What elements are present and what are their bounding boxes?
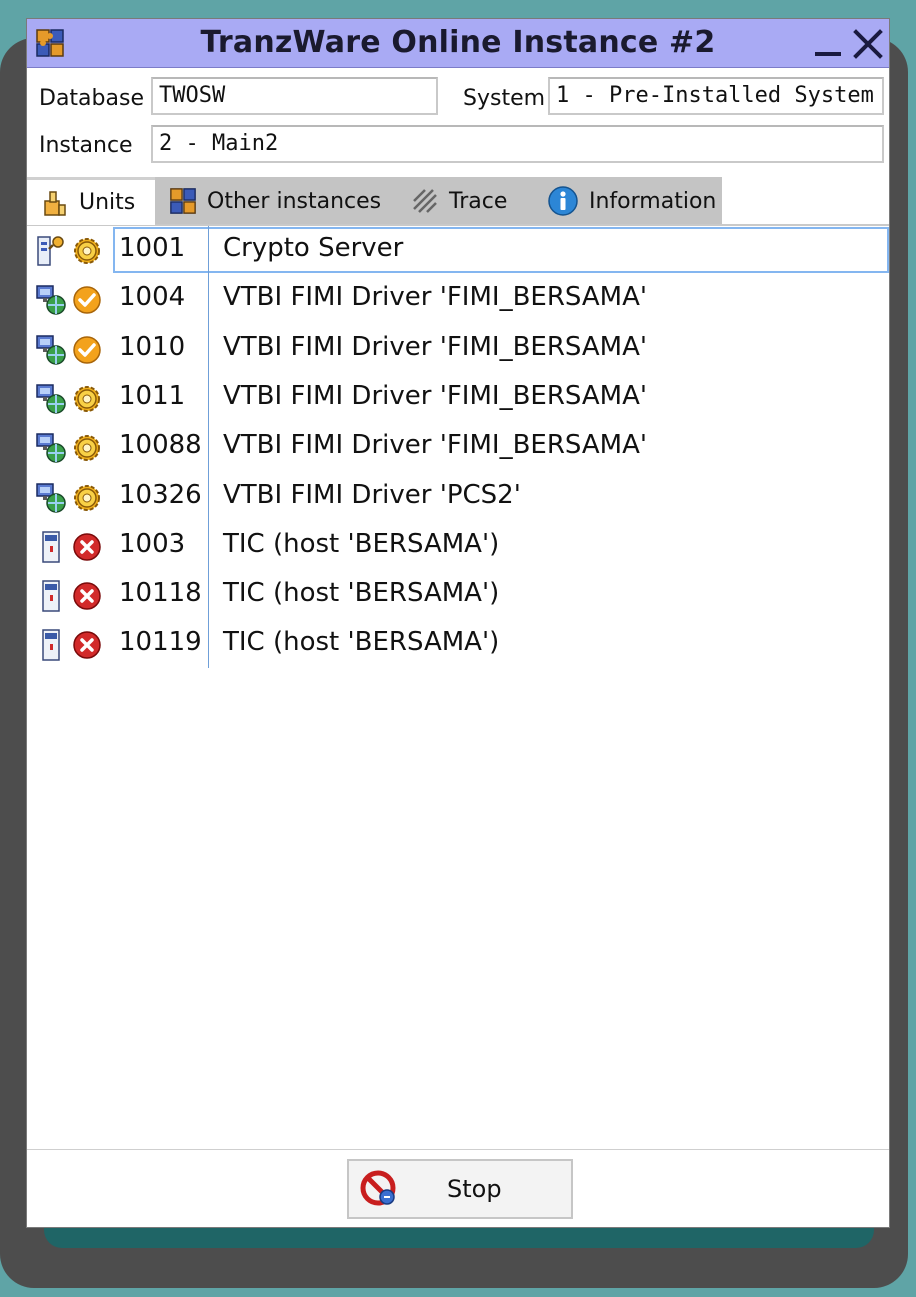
unit-name: VTBI FIMI Driver 'PCS2' <box>223 479 521 510</box>
minimize-icon <box>815 52 841 56</box>
unit-id: 1010 <box>119 331 186 362</box>
error-status-icon <box>73 533 101 561</box>
unit-row[interactable]: 1011 VTBI FIMI Driver 'FIMI_BERSAMA' <box>27 374 889 423</box>
unit-row[interactable]: 10088 VTBI FIMI Driver 'FIMI_BERSAMA' <box>27 423 889 472</box>
unit-row[interactable]: 1004 VTBI FIMI Driver 'FIMI_BERSAMA' <box>27 275 889 324</box>
unit-name: VTBI FIMI Driver 'FIMI_BERSAMA' <box>223 380 648 411</box>
network-driver-icon <box>36 285 66 316</box>
tab-information[interactable]: Information <box>533 177 722 225</box>
gear-status-icon <box>74 435 100 462</box>
gear-status-icon <box>74 385 100 412</box>
title-bar[interactable]: TranzWare Online Instance #2 <box>27 19 889 68</box>
gear-status-icon <box>74 238 100 264</box>
unit-id: 1001 <box>119 233 186 263</box>
system-field[interactable]: 1 - Pre-Installed System <box>548 77 884 115</box>
unit-id: 10088 <box>119 430 202 461</box>
instance-field[interactable]: 2 - Main2 <box>151 125 884 163</box>
units-icon <box>44 190 66 216</box>
unit-name: Crypto Server <box>223 233 404 263</box>
stop-label: Stop <box>447 1175 502 1203</box>
unit-row[interactable]: 10118 TIC (host 'BERSAMA') <box>27 571 889 620</box>
tab-other-instances[interactable]: Other instances <box>155 177 391 225</box>
unit-name: TIC (host 'BERSAMA') <box>223 528 500 559</box>
tab-trace[interactable]: Trace <box>397 177 533 225</box>
unit-name: TIC (host 'BERSAMA') <box>223 578 500 609</box>
tab-trace-label: Trace <box>449 188 508 214</box>
unit-id: 1011 <box>119 380 186 411</box>
unit-row[interactable]: 10326 VTBI FIMI Driver 'PCS2' <box>27 473 889 522</box>
network-driver-icon <box>36 433 66 463</box>
error-status-icon <box>73 631 101 660</box>
terminal-icon <box>42 531 60 563</box>
check-status-icon <box>73 286 101 315</box>
error-status-icon <box>73 582 101 610</box>
tab-units[interactable]: Units <box>27 177 155 225</box>
unit-name: VTBI FIMI Driver 'FIMI_BERSAMA' <box>223 331 648 362</box>
gear-status-icon <box>74 484 100 511</box>
unit-id: 10119 <box>119 627 202 658</box>
puzzle-icon <box>170 188 196 214</box>
app-window: TranzWare Online Instance #2 Database TW… <box>26 18 890 1228</box>
unit-id: 10326 <box>119 479 202 510</box>
network-driver-icon <box>36 334 66 365</box>
close-icon[interactable] <box>851 27 885 61</box>
network-driver-icon <box>36 384 66 414</box>
footer-separator <box>27 1149 889 1150</box>
unit-row[interactable]: 1010 VTBI FIMI Driver 'FIMI_BERSAMA' <box>27 325 889 374</box>
minimize-button[interactable] <box>811 27 845 61</box>
column-divider <box>208 226 209 668</box>
network-driver-icon <box>36 482 66 513</box>
terminal-icon <box>42 580 60 612</box>
database-label: Database <box>39 86 144 111</box>
unit-id: 1003 <box>119 528 186 559</box>
tab-other-instances-label: Other instances <box>207 188 382 214</box>
unit-name: VTBI FIMI Driver 'FIMI_BERSAMA' <box>223 430 648 461</box>
info-icon <box>548 186 578 216</box>
unit-id: 1004 <box>119 282 186 313</box>
terminal-icon <box>42 629 60 662</box>
check-status-icon <box>73 335 101 364</box>
trace-icon <box>413 189 437 213</box>
crypto-key-icon <box>37 236 64 266</box>
instance-label: Instance <box>39 133 133 158</box>
window-title: TranzWare Online Instance #2 <box>200 25 716 60</box>
unit-row[interactable]: 1001 Crypto Server <box>27 226 889 275</box>
stop-icon <box>360 1170 396 1206</box>
tab-information-label: Information <box>589 188 717 214</box>
unit-name: VTBI FIMI Driver 'FIMI_BERSAMA' <box>223 282 648 313</box>
database-field[interactable]: TWOSW <box>151 77 438 115</box>
unit-name: TIC (host 'BERSAMA') <box>223 627 500 658</box>
tab-units-label: Units <box>79 190 136 215</box>
stop-button[interactable]: Stop <box>347 1159 573 1219</box>
unit-row[interactable]: 10119 TIC (host 'BERSAMA') <box>27 620 889 669</box>
units-list: 1001 Crypto Server 1004 VTBI FIMI Driver 'F… <box>27 226 889 1146</box>
system-label: System <box>463 86 546 111</box>
unit-id: 10118 <box>119 578 202 609</box>
unit-row[interactable]: 1003 TIC (host 'BERSAMA') <box>27 522 889 571</box>
